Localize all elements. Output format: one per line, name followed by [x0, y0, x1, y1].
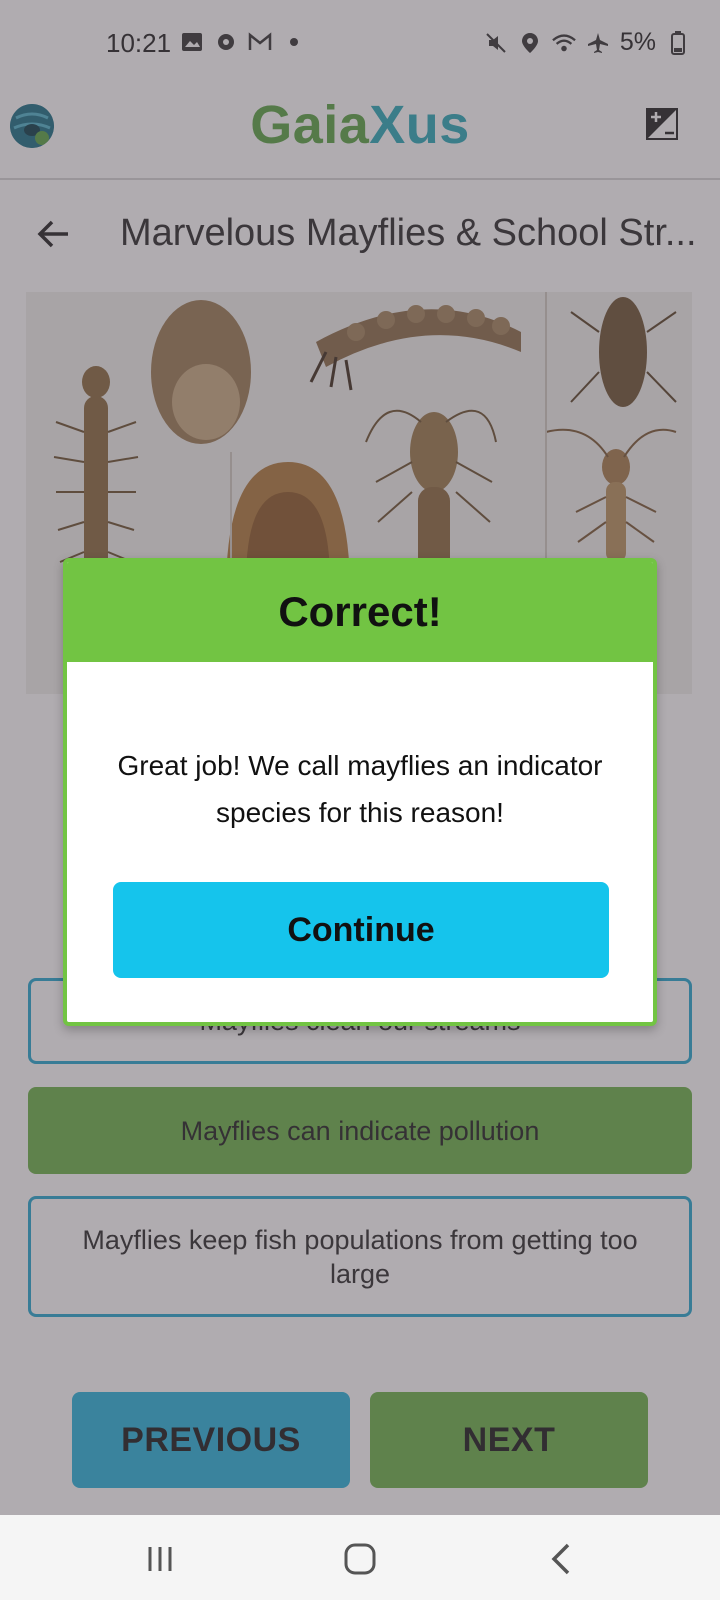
dialog-message: Great job! We call mayflies an indicator… — [117, 750, 603, 828]
back-nav-icon[interactable] — [542, 1539, 582, 1579]
recent-apps-icon[interactable] — [140, 1539, 180, 1579]
continue-button[interactable]: Continue — [113, 882, 609, 978]
dialog-title: Correct! — [67, 562, 653, 662]
result-dialog: Correct! Great job! We call mayflies an … — [63, 558, 657, 1026]
system-nav-bar — [0, 1515, 720, 1600]
home-icon[interactable] — [340, 1539, 380, 1579]
